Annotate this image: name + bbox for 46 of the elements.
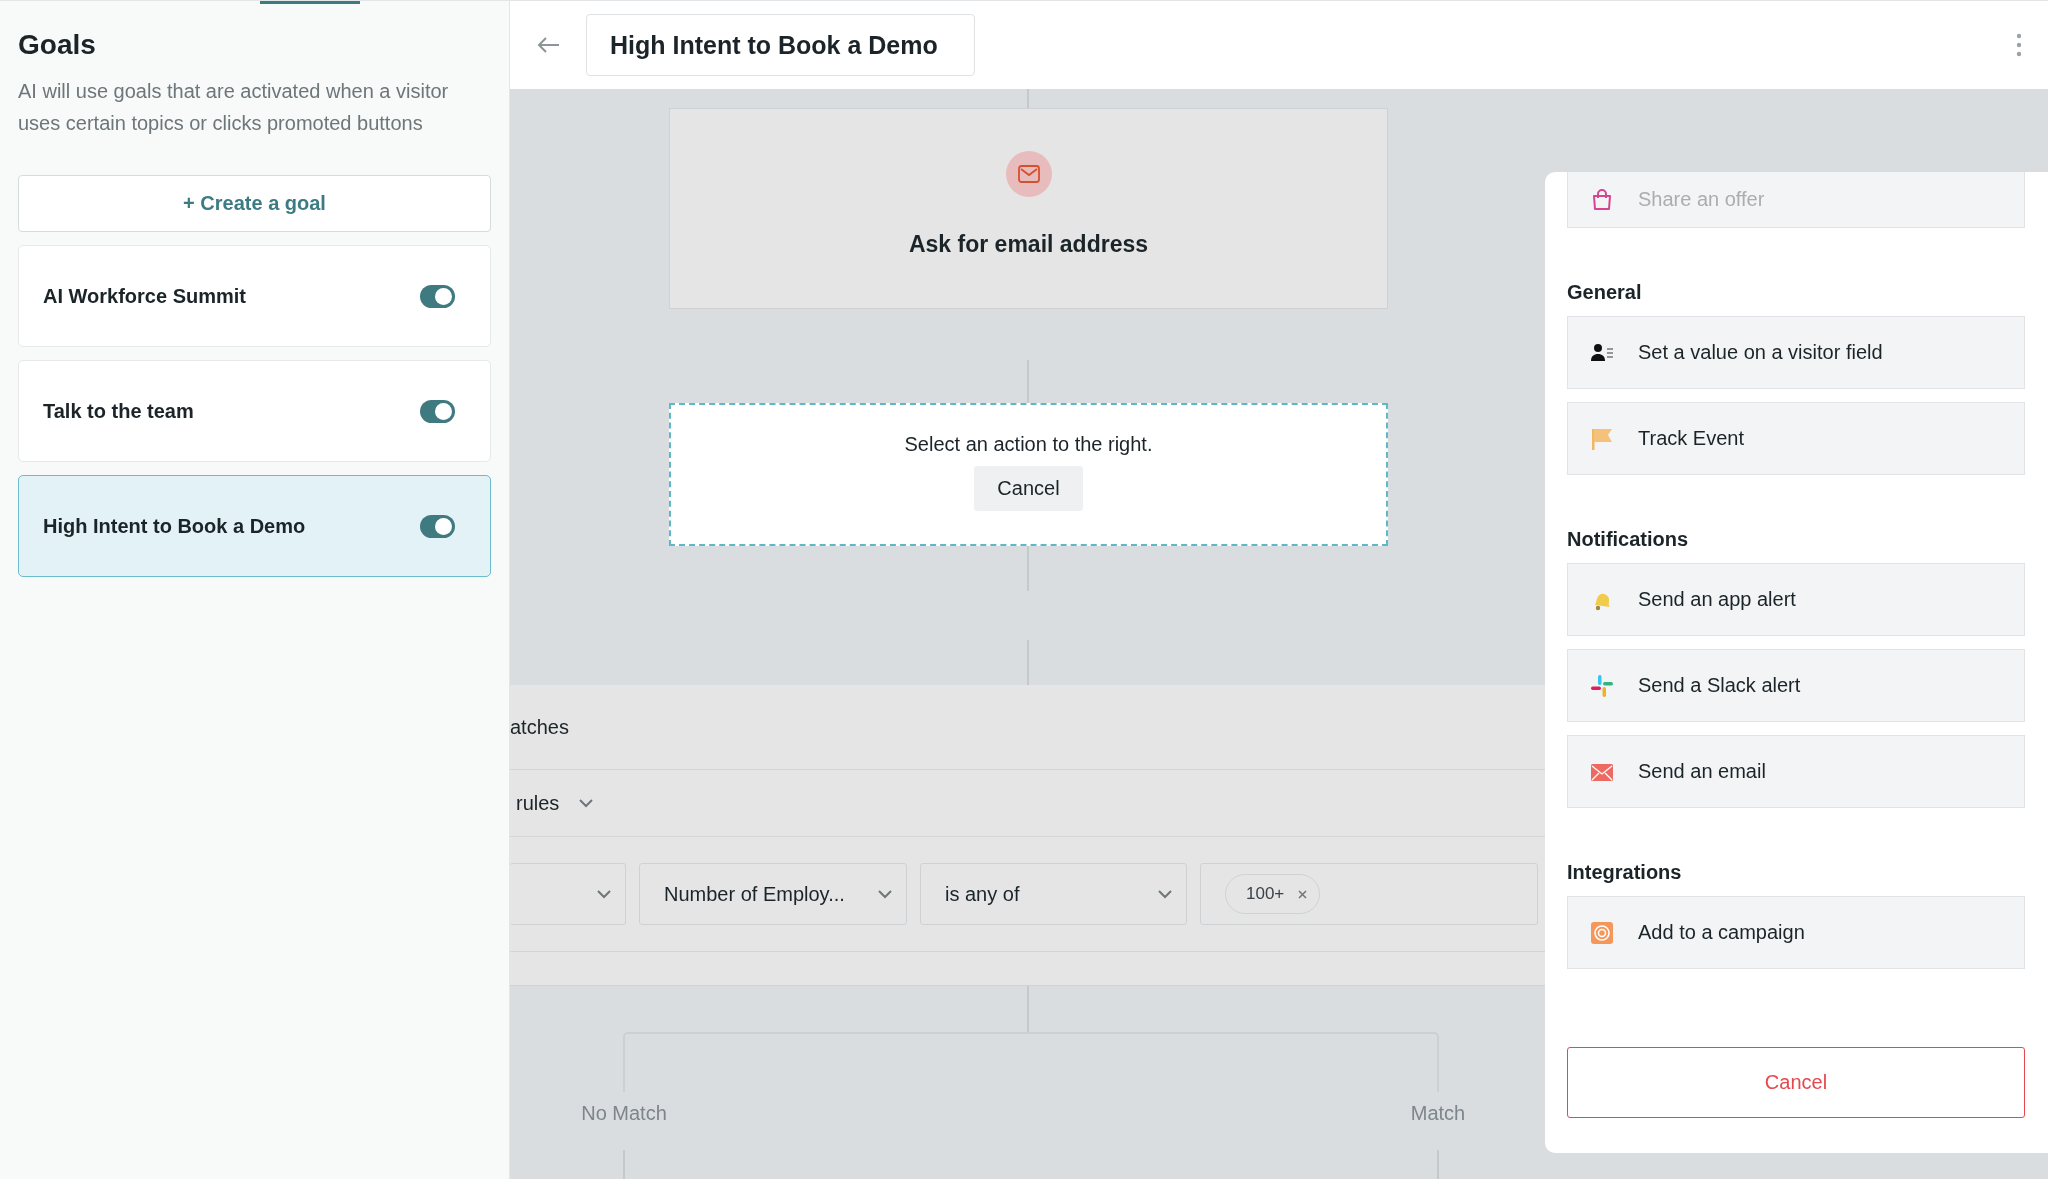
flow-node[interactable]: Ask for email address — [669, 108, 1388, 309]
goal-card[interactable]: AI Workforce Summit — [18, 245, 491, 347]
match-label: atches — [510, 715, 569, 739]
shopping-bag-icon — [1590, 187, 1614, 212]
goal-toggle[interactable] — [420, 399, 455, 423]
rules-dropdown[interactable]: rules — [516, 791, 560, 815]
goal-name: High Intent to Book a Demo — [43, 514, 306, 538]
back-arrow-icon — [536, 36, 560, 54]
chevron-down-icon — [878, 889, 892, 899]
slack-icon — [1590, 673, 1614, 698]
section-heading: Integrations — [1567, 861, 1683, 884]
value-input[interactable]: 100+ — [1200, 863, 1538, 925]
goal-card[interactable]: High Intent to Book a Demo — [18, 475, 491, 577]
placeholder-text: Select an action to the right. — [904, 433, 1153, 456]
section-heading: Notifications — [1567, 528, 1690, 551]
action-item[interactable]: Track Event — [1567, 402, 2025, 475]
sidebar-title: Goals — [18, 29, 97, 61]
goal-card[interactable]: Talk to the team — [18, 360, 491, 462]
more-options-icon — [2016, 33, 2022, 57]
cancel-button[interactable]: Cancel — [974, 466, 1083, 511]
chevron-down-icon — [597, 889, 611, 899]
goal-toggle[interactable] — [420, 284, 455, 308]
action-item[interactable]: Set a value on a visitor field — [1567, 316, 2025, 389]
flow-title[interactable]: High Intent to Book a Demo — [586, 14, 975, 76]
flag-icon — [1590, 426, 1614, 451]
sidebar-description: AI will use goals that are activated when a visitor uses certain topics or clicks promoted buttons — [18, 79, 450, 136]
goal-name: AI Workforce Summit — [43, 284, 246, 308]
field-select[interactable]: Number of Employ... — [639, 863, 907, 925]
node-title: Ask for email address — [908, 231, 1149, 258]
branch-label: No Match — [581, 1102, 667, 1125]
close-icon[interactable] — [1298, 889, 1308, 899]
action-item[interactable]: Send an app alert — [1567, 563, 2025, 636]
section-heading: General — [1567, 281, 1643, 304]
goal-name: Talk to the team — [43, 399, 194, 423]
create-goal-button[interactable]: + Create a goal — [18, 175, 491, 232]
operator-select[interactable]: is any of — [920, 863, 1187, 925]
target-icon — [1590, 920, 1614, 945]
action-item[interactable]: Send an email — [1567, 735, 2025, 808]
action-item[interactable]: Send a Slack alert — [1567, 649, 2025, 722]
email-icon-badge — [1005, 151, 1052, 197]
cancel-button[interactable]: Cancel — [1567, 1047, 2025, 1118]
chevron-down-icon — [579, 798, 594, 808]
action-item[interactable]: Add to a campaign — [1567, 896, 2025, 969]
branch-label: Match — [1410, 1102, 1466, 1125]
goal-toggle[interactable] — [420, 514, 455, 538]
chevron-down-icon — [1158, 889, 1172, 899]
